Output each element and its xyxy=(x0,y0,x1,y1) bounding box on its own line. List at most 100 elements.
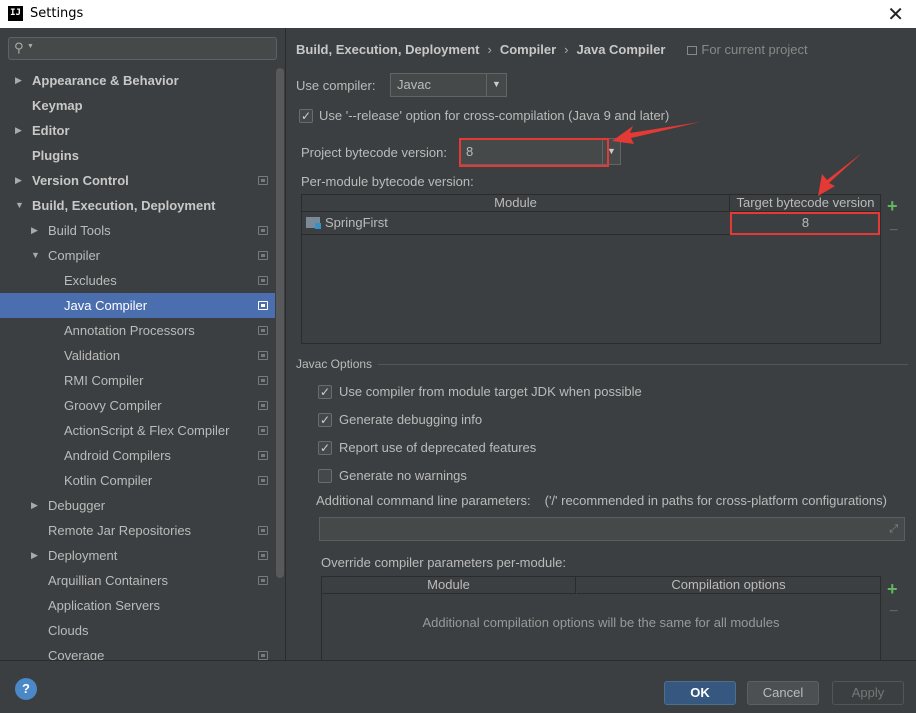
java-compiler-panel: Build, Execution, Deployment › Compiler › Ja… xyxy=(287,28,916,666)
scope-label: For current project xyxy=(701,42,808,57)
ok-button[interactable]: OK xyxy=(664,681,736,705)
module-name: SpringFirst xyxy=(325,215,388,230)
help-icon[interactable]: ? xyxy=(15,678,37,700)
title-bar: IJ Settings ✕ xyxy=(0,0,916,28)
table-row[interactable]: SpringFirst xyxy=(306,212,726,234)
cmdline-label: Additional command line parameters: ('/' … xyxy=(316,493,887,508)
sidebar-item[interactable]: ActionScript & Flex Compiler xyxy=(0,418,275,443)
project-scope-icon xyxy=(258,551,268,560)
project-scope-icon xyxy=(258,651,268,660)
sidebar-item-label: Coverage xyxy=(48,648,105,660)
breadcrumb-compiler[interactable]: Compiler xyxy=(500,42,556,57)
chevron-right-icon[interactable]: ▶ xyxy=(31,218,38,243)
sidebar-item[interactable]: Keymap xyxy=(0,93,275,118)
breadcrumb: Build, Execution, Deployment › Compiler › Ja… xyxy=(296,42,808,57)
option-label: Use compiler from module target JDK when… xyxy=(339,384,642,399)
chevron-down-icon: ▼ xyxy=(486,74,506,96)
chevron-right-icon[interactable]: ▶ xyxy=(15,168,22,193)
option-checkbox[interactable]: ✓ xyxy=(318,413,332,427)
project-scope-icon xyxy=(258,526,268,535)
compiler-select[interactable]: Javac ▼ xyxy=(390,73,507,97)
sidebar-item[interactable]: Application Servers xyxy=(0,593,275,618)
search-icon: ⚲ xyxy=(14,40,24,55)
chevron-down-icon: ▼ xyxy=(27,43,34,50)
javac-options-title: Javac Options xyxy=(296,357,373,371)
chevron-right-icon[interactable]: ▶ xyxy=(15,118,22,143)
chevron-right-icon[interactable]: ▶ xyxy=(15,68,22,93)
compiler-select-value: Javac xyxy=(397,77,431,92)
column-header-module[interactable]: Module xyxy=(302,195,730,212)
sidebar-item-label: ActionScript & Flex Compiler xyxy=(64,423,230,438)
sidebar-item-label: Build, Execution, Deployment xyxy=(32,198,216,213)
highlight-box xyxy=(459,138,609,167)
sidebar-item[interactable]: ▶ Deployment xyxy=(0,543,275,568)
breadcrumb-separator: › xyxy=(487,42,492,57)
sidebar-item-label: Debugger xyxy=(48,498,106,513)
apply-button[interactable]: Apply xyxy=(832,681,904,705)
cmdline-label-text: Additional command line parameters: xyxy=(316,493,531,508)
sidebar-item[interactable]: Remote Jar Repositories xyxy=(0,518,275,543)
sidebar-scrollbar[interactable] xyxy=(276,68,284,578)
project-scope-icon xyxy=(258,276,268,285)
sidebar-item[interactable]: Excludes xyxy=(0,268,275,293)
sidebar-item[interactable]: Coverage xyxy=(0,643,275,660)
column-header-compilation-options[interactable]: Compilation options xyxy=(577,577,880,594)
release-option-checkbox[interactable]: ✓ xyxy=(299,109,313,123)
sidebar-item[interactable]: ▶ Version Control xyxy=(0,168,275,193)
sidebar-item[interactable]: Arquillian Containers xyxy=(0,568,275,593)
sidebar-item[interactable]: Java Compiler xyxy=(0,293,275,318)
project-scope-icon xyxy=(258,326,268,335)
sidebar-item[interactable]: RMI Compiler xyxy=(0,368,275,393)
column-header-module[interactable]: Module xyxy=(322,577,576,594)
column-header-target-version[interactable]: Target bytecode version xyxy=(731,195,880,212)
chevron-down-icon[interactable]: ▼ xyxy=(31,243,40,268)
sidebar-item[interactable]: Annotation Processors xyxy=(0,318,275,343)
window-title: Settings xyxy=(30,6,84,21)
sidebar-item-label: Editor xyxy=(32,123,70,138)
remove-icon[interactable]: − xyxy=(889,603,898,621)
search-input[interactable]: ⚲ ▼ xyxy=(8,37,277,60)
sidebar-item[interactable]: ▼ Compiler xyxy=(0,243,275,268)
sidebar-item-label: Keymap xyxy=(32,98,83,113)
sidebar-item-label: Version Control xyxy=(32,173,129,188)
sidebar-item[interactable]: ▶ Build Tools xyxy=(0,218,275,243)
sidebar-item[interactable]: Validation xyxy=(0,343,275,368)
breadcrumb-build-execution[interactable]: Build, Execution, Deployment xyxy=(296,42,479,57)
add-icon[interactable]: + xyxy=(887,196,898,217)
dialog-button-bar: ? OK Cancel Apply xyxy=(0,660,916,713)
sidebar-item-label: Kotlin Compiler xyxy=(64,473,153,488)
close-icon[interactable]: ✕ xyxy=(887,2,904,27)
sidebar-item[interactable]: ▶ Debugger xyxy=(0,493,275,518)
remove-icon[interactable]: − xyxy=(889,222,898,240)
project-scope-icon xyxy=(258,451,268,460)
cancel-button[interactable]: Cancel xyxy=(747,681,819,705)
module-folder-icon xyxy=(306,217,321,229)
chevron-right-icon[interactable]: ▶ xyxy=(31,543,38,568)
sidebar-item[interactable]: ▶ Editor xyxy=(0,118,275,143)
project-bytecode-label: Project bytecode version: xyxy=(301,145,447,160)
sidebar-item-label: Android Compilers xyxy=(64,448,171,463)
option-checkbox[interactable] xyxy=(318,469,332,483)
sidebar-item-label: Application Servers xyxy=(48,598,160,613)
project-scope-icon xyxy=(687,46,698,55)
sidebar-item[interactable]: Plugins xyxy=(0,143,275,168)
add-icon[interactable]: + xyxy=(887,579,898,600)
sidebar-item[interactable]: ▼ Build, Execution, Deployment xyxy=(0,193,275,218)
cmdline-input[interactable]: ⤢ xyxy=(319,517,905,541)
sidebar-item[interactable]: Groovy Compiler xyxy=(0,393,275,418)
sidebar-item-label: RMI Compiler xyxy=(64,373,144,388)
chevron-down-icon[interactable]: ▼ xyxy=(15,193,24,218)
breadcrumb-java-compiler: Java Compiler xyxy=(576,42,666,57)
sidebar-item[interactable]: Clouds xyxy=(0,618,275,643)
scope-note: For current project xyxy=(687,42,808,57)
sidebar-item[interactable]: ▶ Appearance & Behavior xyxy=(0,68,275,93)
sidebar-item-label: Validation xyxy=(64,348,121,363)
group-divider xyxy=(378,364,908,365)
sidebar-item[interactable]: Android Compilers xyxy=(0,443,275,468)
sidebar-item-label: Clouds xyxy=(48,623,89,638)
expand-icon[interactable]: ⤢ xyxy=(889,523,898,536)
option-checkbox[interactable]: ✓ xyxy=(318,441,332,455)
sidebar-item[interactable]: Kotlin Compiler xyxy=(0,468,275,493)
chevron-right-icon[interactable]: ▶ xyxy=(31,493,38,518)
option-checkbox[interactable]: ✓ xyxy=(318,385,332,399)
